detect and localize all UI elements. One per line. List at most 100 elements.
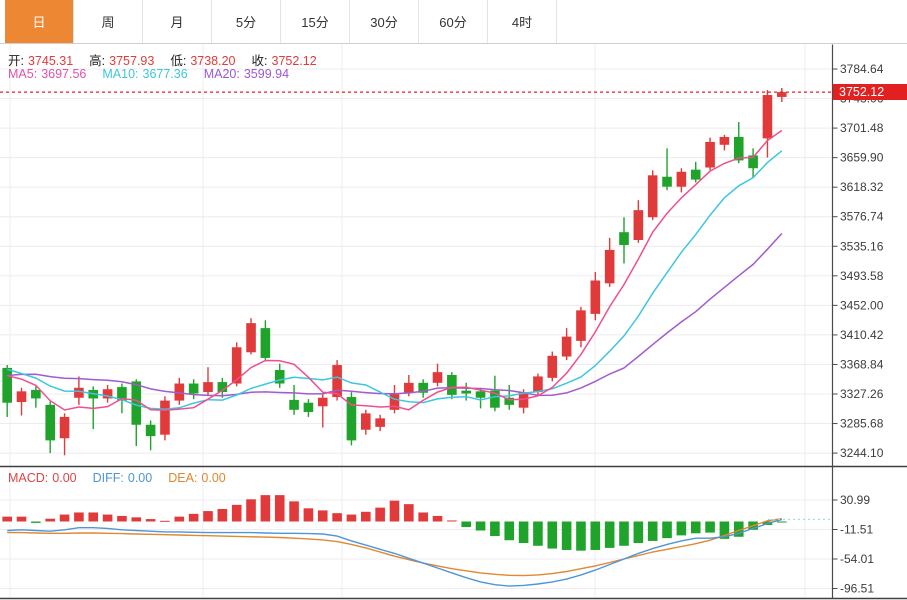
macd-histogram-bar — [776, 521, 787, 523]
candle — [432, 372, 443, 383]
ma10-line — [6, 150, 783, 411]
macd-histogram-bar — [131, 517, 142, 522]
candle — [762, 95, 773, 139]
macd-histogram-bar — [533, 521, 543, 546]
candle — [16, 391, 27, 403]
macd-histogram-bar — [705, 521, 715, 533]
candle — [74, 387, 84, 398]
candle — [160, 400, 170, 435]
macd-histogram-bar — [145, 519, 156, 522]
price-tick-label: 3784.64 — [840, 62, 884, 76]
macd-histogram-bar — [360, 511, 371, 522]
readout-item: DIFF: 0.00 — [92, 471, 153, 485]
candle — [647, 175, 658, 218]
readout-item: 高: 3757.93 — [89, 54, 155, 68]
candle — [590, 280, 601, 314]
candle — [475, 391, 486, 398]
macd-histogram-bar — [375, 507, 385, 522]
trading-chart-app: 日周月5分15分30分60分4时 3784.643743.063701.4836… — [0, 0, 907, 600]
price-tick-label: 3618.32 — [840, 180, 884, 194]
tab-monthly[interactable]: 月 — [143, 0, 212, 43]
macd-tick-label: -96.51 — [840, 581, 874, 595]
tab-4hour[interactable]: 4时 — [488, 0, 557, 43]
macd-histogram-bar — [102, 514, 113, 522]
tab-daily[interactable]: 日 — [5, 0, 74, 43]
macd-histogram-bar — [504, 521, 515, 541]
macd-tick-label: 30.99 — [840, 493, 870, 507]
timeframe-tabbar: 日周月 5分 15分 30分 60分 4时 — [0, 0, 907, 44]
price-tick-label: 3410.42 — [840, 328, 884, 342]
macd-histogram-bar — [203, 511, 213, 522]
candle — [145, 424, 156, 437]
price-tick-label: 3576.74 — [840, 210, 884, 224]
macd-histogram-bar — [74, 512, 84, 522]
macd-histogram-bar — [389, 500, 400, 522]
price-tick-label: 3659.90 — [840, 151, 884, 165]
macd-histogram-bar — [676, 521, 687, 536]
candle — [676, 171, 687, 187]
macd-histogram-bar — [561, 521, 572, 550]
readout-item: 开: 3745.31 — [8, 54, 74, 68]
candle — [375, 418, 385, 427]
macd-histogram-bar — [303, 508, 314, 522]
candle — [705, 141, 715, 168]
candle — [231, 347, 242, 384]
price-tick-label: 3701.48 — [840, 121, 884, 135]
candle — [246, 323, 256, 353]
macd-histogram-bar — [332, 513, 342, 522]
candle — [461, 390, 472, 394]
macd-histogram-bar — [576, 521, 586, 551]
price-tick-label: 3327.26 — [840, 387, 884, 401]
macd-histogram-bar — [633, 521, 644, 544]
price-chart-plot[interactable]: 3784.643743.063701.483659.903618.323576.… — [0, 0, 907, 600]
candle — [561, 336, 572, 357]
tab-15min[interactable]: 15分 — [281, 0, 350, 43]
readout-item: 低: 3738.20 — [170, 54, 236, 68]
ma20-line — [7, 232, 783, 397]
tab-5min[interactable]: 5分 — [212, 0, 281, 43]
candle — [576, 310, 586, 341]
candle — [360, 413, 371, 430]
candle — [45, 404, 56, 441]
macd-histogram-bar — [217, 509, 228, 522]
price-tick-label: 3535.16 — [840, 239, 884, 253]
price-tick-label: 3368.84 — [840, 357, 884, 371]
macd-histogram-bar — [461, 521, 472, 528]
macd-histogram-bar — [647, 521, 658, 541]
macd-histogram-bar — [346, 514, 357, 522]
candle — [690, 169, 701, 180]
macd-histogram-bar — [490, 521, 500, 537]
candle — [776, 92, 787, 97]
readout-item: MA10: 3677.36 — [102, 67, 188, 81]
tab-60min[interactable]: 60分 — [419, 0, 488, 43]
macd-histogram-bar — [2, 516, 12, 522]
candle — [332, 365, 342, 398]
candle — [188, 383, 199, 394]
candle — [447, 375, 457, 395]
price-tick-label: 3285.68 — [840, 417, 884, 431]
readout-item: 收: 3752.12 — [251, 54, 317, 68]
readout-item: MACD: 0.00 — [8, 471, 77, 485]
candle — [260, 328, 271, 358]
readout-item: MA20: 3599.94 — [203, 67, 290, 81]
candle — [203, 382, 213, 393]
macd-histogram-bar — [88, 512, 99, 522]
macd-histogram-bar — [31, 521, 41, 523]
candle — [604, 249, 615, 284]
candle — [619, 232, 629, 245]
macd-histogram-bar — [16, 516, 27, 522]
tab-weekly[interactable]: 周 — [74, 0, 143, 43]
candle — [733, 136, 744, 161]
candle — [303, 402, 314, 412]
macd-tick-label: -54.01 — [840, 552, 874, 566]
macd-histogram-bar — [662, 521, 672, 539]
macd-histogram-bar — [117, 515, 127, 522]
candle — [59, 416, 70, 439]
tab-30min[interactable]: 30分 — [350, 0, 419, 43]
ma5-line — [7, 129, 783, 411]
readout-item: DEA: 0.00 — [168, 471, 226, 485]
macd-histogram-bar — [317, 510, 328, 522]
candle — [317, 397, 328, 407]
macd-histogram-bar — [447, 520, 457, 522]
candle — [346, 397, 357, 441]
